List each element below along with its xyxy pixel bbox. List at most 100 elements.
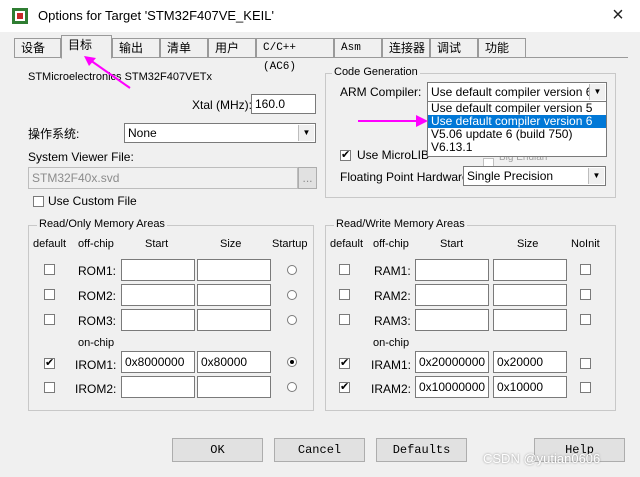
rom1-start-input[interactable] (121, 259, 195, 281)
os-select-value: None (128, 126, 157, 140)
fp-hardware-label: Floating Point Hardware: (340, 170, 473, 184)
ram2-noinit-checkbox[interactable] (580, 289, 591, 300)
ram2-size-input[interactable] (493, 284, 567, 306)
rom2-default-checkbox[interactable] (44, 289, 55, 300)
tab-listing[interactable]: 清单 (160, 38, 208, 57)
rom3-start-input[interactable] (121, 309, 195, 331)
use-custom-file-checkbox[interactable] (33, 196, 44, 207)
tab-linker[interactable]: 连接器 (382, 38, 430, 57)
ram3-start-input[interactable] (415, 309, 489, 331)
ram1-start-input[interactable] (415, 259, 489, 281)
ro-header-startup: Startup (272, 238, 308, 250)
rom1-startup-radio[interactable] (287, 265, 297, 275)
tab-user[interactable]: 用户 (208, 38, 256, 57)
compiler-option[interactable]: V6.13.1 (428, 141, 606, 154)
rw-onchip-label: on-chip (373, 337, 410, 349)
irom2-size-input[interactable] (197, 376, 271, 398)
tab-asm[interactable]: Asm (334, 38, 382, 57)
rom2-startup-radio[interactable] (287, 290, 297, 300)
iram1-noinit-checkbox[interactable] (580, 358, 591, 369)
ram3-size-input[interactable] (493, 309, 567, 331)
ram1-noinit-checkbox[interactable] (580, 264, 591, 275)
rom2-label: ROM2: (78, 289, 117, 303)
arm-compiler-dropdown: Use default compiler version 5 Use defau… (427, 101, 607, 157)
ro-header-size: Size (220, 238, 242, 250)
ram1-label: RAM1: (374, 264, 411, 278)
cancel-button[interactable]: Cancel (274, 438, 365, 462)
arm-compiler-select[interactable]: Use default compiler version 6 ▼ (427, 82, 607, 102)
irom1-startup-radio[interactable] (287, 357, 297, 367)
svf-input[interactable]: STM32F40x.svd (28, 167, 298, 189)
ro-header-offchip: off-chip (78, 238, 114, 250)
window-title: Options for Target 'STM32F407VE_KEIL' (38, 8, 274, 23)
iram1-size-input[interactable]: 0x20000 (493, 351, 567, 373)
iram1-default-checkbox[interactable] (339, 356, 350, 369)
ram2-default-checkbox[interactable] (339, 289, 350, 300)
use-microlib-label: Use MicroLIB (357, 148, 430, 162)
ram2-start-input[interactable] (415, 284, 489, 306)
rom2-start-input[interactable] (121, 284, 195, 306)
rom3-default-checkbox[interactable] (44, 314, 55, 325)
iram1-label: IRAM1: (371, 358, 412, 372)
irom2-default-checkbox[interactable] (44, 382, 55, 393)
xtal-input[interactable]: 160.0 (251, 94, 316, 114)
iram1-start-input[interactable]: 0x20000000 (415, 351, 489, 373)
title-bar: Options for Target 'STM32F407VE_KEIL' × (0, 0, 640, 32)
annotation-arrow-compiler (358, 115, 428, 127)
ram3-default-checkbox[interactable] (339, 314, 350, 325)
ram3-label: RAM3: (374, 314, 411, 328)
rw-header-default: default (330, 238, 364, 250)
tab-debug[interactable]: 调试 (430, 38, 478, 57)
iram2-label: IRAM2: (371, 382, 412, 396)
tab-cc-ac6[interactable]: C/C++ (AC6) (256, 38, 334, 73)
rw-memory-title: Read/Write Memory Areas (334, 218, 467, 230)
iram2-noinit-checkbox[interactable] (580, 382, 591, 393)
ro-memory-title: Read/Only Memory Areas (37, 218, 167, 230)
rom3-label: ROM3: (78, 314, 117, 328)
tab-device[interactable]: 设备 (14, 38, 61, 57)
rom2-size-input[interactable] (197, 284, 271, 306)
irom2-startup-radio[interactable] (287, 382, 297, 392)
chevron-down-icon: ▼ (588, 168, 604, 184)
fp-hardware-select[interactable]: Single Precision ▼ (463, 166, 606, 186)
rom1-size-input[interactable] (197, 259, 271, 281)
rw-header-noinit: NoInit (571, 238, 600, 250)
iram2-size-input[interactable]: 0x10000 (493, 376, 567, 398)
iram2-start-input[interactable]: 0x10000000 (415, 376, 489, 398)
tab-utilities[interactable]: 功能 (478, 38, 526, 57)
rw-header-size: Size (517, 238, 539, 250)
chevron-down-icon: ▼ (589, 84, 605, 100)
keil-app-icon (12, 8, 28, 24)
arm-compiler-value: Use default compiler version 6 (431, 85, 593, 99)
rom1-label: ROM1: (78, 264, 117, 278)
iram2-default-checkbox[interactable] (339, 380, 350, 393)
irom2-start-input[interactable] (121, 376, 195, 398)
watermark-text: CSDN @yutian0606 (483, 451, 601, 466)
ram2-label: RAM2: (374, 289, 411, 303)
svf-browse-button[interactable]: ... (298, 167, 317, 189)
rw-header-start: Start (440, 238, 464, 250)
ram1-default-checkbox[interactable] (339, 264, 350, 275)
xtal-label: Xtal (MHz): (192, 98, 252, 112)
rom3-startup-radio[interactable] (287, 315, 297, 325)
irom1-label: IROM1: (75, 358, 117, 372)
arm-compiler-label: ARM Compiler: (340, 85, 422, 99)
ro-onchip-label: on-chip (78, 337, 115, 349)
irom1-start-input[interactable]: 0x8000000 (121, 351, 195, 373)
rw-header-offchip: off-chip (373, 238, 409, 250)
irom2-label: IROM2: (75, 382, 117, 396)
rom3-size-input[interactable] (197, 309, 271, 331)
use-microlib-checkbox[interactable] (340, 148, 351, 161)
ram3-noinit-checkbox[interactable] (580, 314, 591, 325)
rom1-default-checkbox[interactable] (44, 264, 55, 275)
defaults-button[interactable]: Defaults (376, 438, 467, 462)
ok-button[interactable]: OK (172, 438, 263, 462)
irom1-size-input[interactable]: 0x80000 (197, 351, 271, 373)
annotation-arrow-tab (84, 56, 131, 89)
close-icon[interactable]: × (603, 2, 633, 28)
ram1-size-input[interactable] (493, 259, 567, 281)
code-generation-title: Code Generation (332, 66, 420, 78)
os-select[interactable]: None ▼ (124, 123, 316, 143)
svf-label: System Viewer File: (28, 150, 134, 164)
irom1-default-checkbox[interactable] (44, 356, 55, 369)
